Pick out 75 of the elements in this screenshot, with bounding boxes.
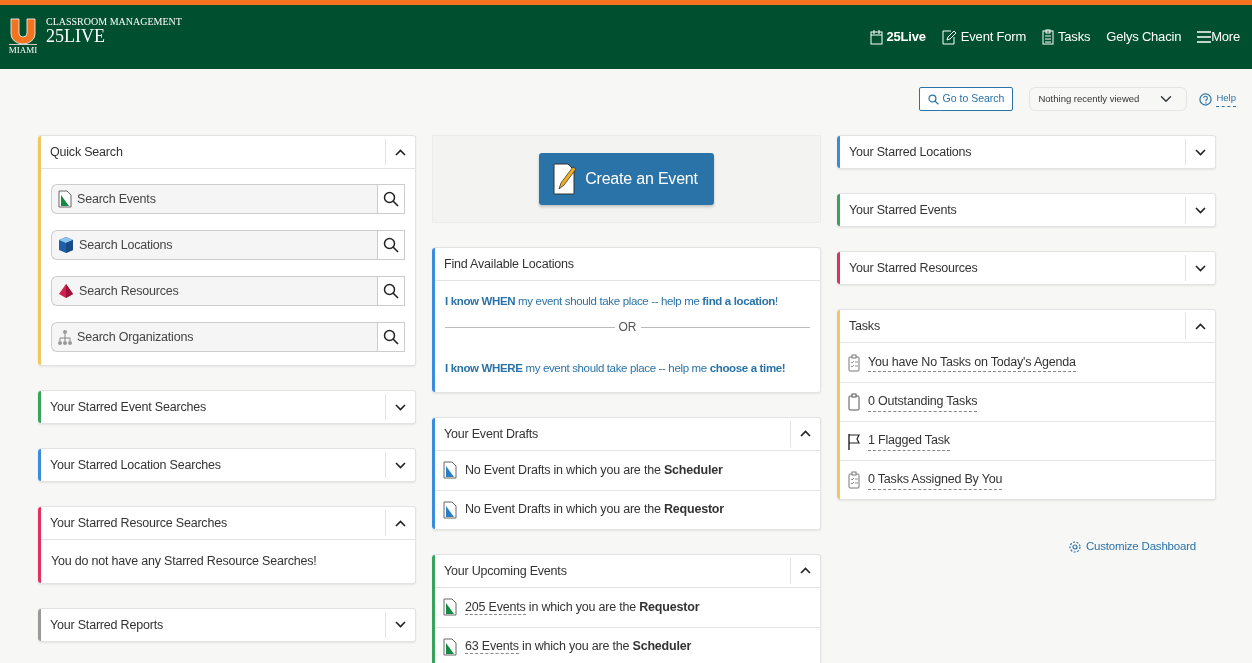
- app-subtitle: CLASSROOM MANAGEMENT: [46, 17, 182, 27]
- checklist-icon: [848, 353, 860, 372]
- panel-title: Your Starred Event Searches: [49, 399, 208, 416]
- events-link[interactable]: 205 Events: [465, 599, 526, 615]
- chevron-up-icon: [800, 567, 811, 574]
- search-icon: [383, 329, 399, 345]
- pencil-icon: [553, 163, 578, 195]
- panel-title: Tasks: [848, 318, 881, 335]
- logo-icon: [8, 17, 38, 44]
- summary-text: 63 Events in which you are the Scheduler: [465, 638, 692, 656]
- search-icon: [927, 93, 939, 105]
- chevron-up-icon: [395, 519, 406, 527]
- chevron-down-icon: [1195, 148, 1206, 156]
- chevron-down-icon: [395, 403, 406, 411]
- gear-icon: [1068, 539, 1082, 554]
- search-icon: [383, 283, 399, 299]
- panel-title: Your Upcoming Events: [443, 562, 568, 580]
- panel-title: Your Event Drafts: [443, 425, 540, 443]
- find-location-link[interactable]: I know WHERE my event should take place -- help me choose a time!: [435, 344, 820, 378]
- events-link[interactable]: 63 Events: [465, 639, 519, 655]
- task-link[interactable]: 1 Flagged Task: [868, 431, 950, 451]
- app-title: 25LIVE: [46, 27, 106, 47]
- customize-dashboard-link[interactable]: Customize Dashboard: [1068, 538, 1196, 556]
- clipboard-icon: [848, 393, 860, 411]
- search-button[interactable]: [377, 230, 405, 260]
- search-button[interactable]: [377, 276, 405, 306]
- go-to-search-button[interactable]: Go to Search: [918, 87, 1014, 111]
- summary-text: No Event Drafts in which you are the Requestor: [465, 501, 724, 519]
- nav-link[interactable]: Tasks: [1042, 27, 1091, 47]
- help-link[interactable]: Help: [1216, 91, 1236, 107]
- nav-link[interactable]: 25Live: [869, 27, 926, 47]
- task-link[interactable]: You have No Tasks on Today's Agenda: [868, 352, 1076, 373]
- panel-title: Your Starred Resources: [848, 260, 979, 277]
- chevron-up-icon: [800, 430, 811, 437]
- search-button[interactable]: [377, 184, 405, 214]
- menu-icon: [1197, 31, 1212, 43]
- panel-title: Your Starred Reports: [49, 616, 164, 634]
- search-icon: [383, 191, 399, 207]
- chevron-down-icon: [395, 621, 406, 629]
- create-event-button[interactable]: Create an Event: [539, 153, 714, 205]
- panel-title: Your Starred Locations: [848, 144, 973, 161]
- nav-link[interactable]: Gelys Chacin: [1106, 27, 1182, 47]
- clipboard-icon: [1042, 29, 1054, 45]
- summary-text: 205 Events in which you are the Requestor: [465, 598, 700, 617]
- panel-title: Your Starred Resource Searches: [49, 515, 228, 532]
- chevron-down-icon: [1195, 264, 1206, 272]
- search-button[interactable]: [377, 322, 405, 352]
- pencil-square-icon: [941, 29, 957, 45]
- checklist-icon: [848, 471, 860, 489]
- flag-icon: [848, 432, 860, 450]
- summary-text: No Event Drafts in which you are the Scheduler: [465, 461, 723, 479]
- search-icon: [383, 237, 399, 253]
- chevron-up-icon: [395, 148, 406, 156]
- calendar-icon: [869, 29, 883, 45]
- task-link[interactable]: 0 Tasks Assigned By You: [868, 470, 1003, 490]
- document-icon: [443, 461, 457, 479]
- task-link[interactable]: 0 Outstanding Tasks: [868, 392, 978, 412]
- panel-title: Find Available Locations: [443, 256, 575, 273]
- help-icon: [1199, 92, 1213, 106]
- panel-title: Your Starred Events: [848, 202, 958, 219]
- document-icon: [443, 500, 457, 519]
- logo-text: MIAMI: [8, 43, 38, 57]
- chevron-up-icon: [1195, 322, 1206, 330]
- panel-title: Quick Search: [49, 144, 124, 161]
- chevron-down-icon: [1195, 206, 1206, 214]
- nav-link[interactable]: More: [1197, 27, 1240, 47]
- find-location-link[interactable]: I know WHEN my event should take place -- help me find a location!: [435, 293, 820, 311]
- document-icon: [443, 598, 457, 616]
- recent-dropdown[interactable]: Nothing recently viewed: [1029, 87, 1188, 111]
- empty-message: You do not have any Starred Resource Searches!: [50, 553, 318, 570]
- panel-title: Your Starred Location Searches: [49, 457, 222, 474]
- divider-label: OR: [618, 319, 637, 337]
- document-icon: [443, 637, 457, 656]
- chevron-down-icon: [395, 461, 406, 469]
- nav-link[interactable]: Event Form: [941, 27, 1026, 47]
